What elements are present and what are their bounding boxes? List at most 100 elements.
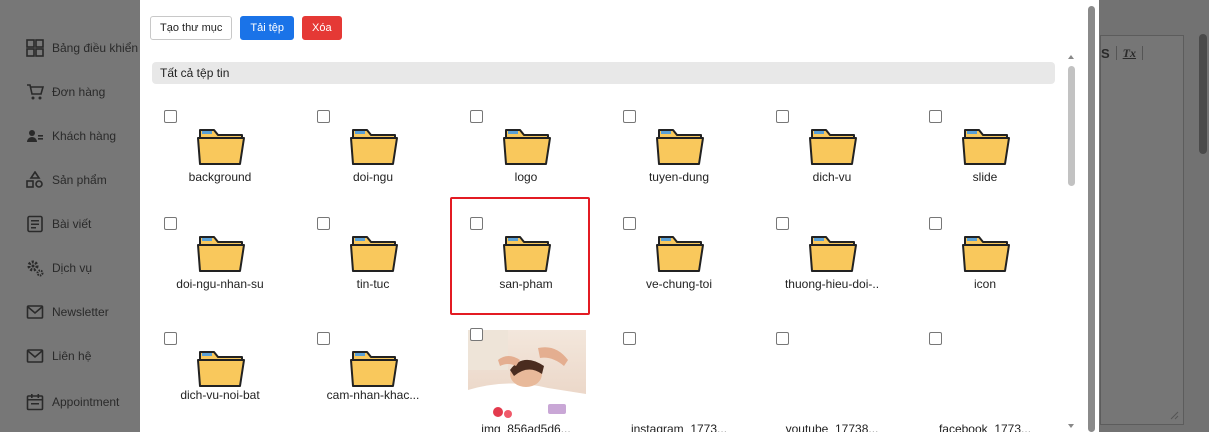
sidebar-item-products[interactable]: Sản phẩm (26, 168, 107, 192)
sidebar-item-label: Newsletter (52, 305, 109, 319)
file-grid: background doi-ngu logo tuyen-dung dich-… (150, 102, 1060, 432)
dashboard-icon (26, 39, 44, 57)
file-grid-scrollbar[interactable] (1068, 66, 1075, 186)
breadcrumb[interactable]: Tất cả tệp tin (152, 62, 1055, 84)
sidebar-item-label: Dịch vụ (52, 261, 93, 275)
file-name: facebook_1773... (938, 422, 1032, 432)
select-checkbox[interactable] (164, 110, 177, 123)
select-checkbox[interactable] (317, 217, 330, 230)
strike-button[interactable]: S (1101, 46, 1110, 61)
sidebar-item-label: Khách hàng (52, 129, 117, 143)
folder-icon (197, 351, 245, 387)
file-name: slide (972, 170, 998, 184)
select-checkbox[interactable] (929, 332, 942, 345)
folder-item[interactable]: icon (915, 209, 1055, 309)
folder-icon (656, 236, 704, 272)
select-checkbox[interactable] (929, 217, 942, 230)
file-item[interactable]: facebook_1773... (915, 324, 1055, 432)
select-checkbox[interactable] (623, 217, 636, 230)
editor-toolbar: S Tx (1101, 36, 1185, 70)
select-checkbox[interactable] (929, 110, 942, 123)
folder-item-selected[interactable]: san-pham (450, 197, 596, 315)
folder-item[interactable]: background (150, 102, 290, 202)
folder-item[interactable]: logo (456, 102, 596, 202)
select-checkbox[interactable] (470, 217, 483, 230)
products-icon (26, 171, 43, 188)
modal-scrollbar[interactable] (1088, 6, 1095, 432)
folder-item[interactable]: tin-tuc (303, 209, 443, 309)
resize-grip-icon[interactable] (1170, 411, 1179, 420)
sidebar-item-appointment[interactable]: Appointment (26, 390, 119, 414)
file-manager-toolbar: Tạo thư mục Tải tệp Xóa (150, 16, 342, 40)
select-checkbox[interactable] (623, 332, 636, 345)
sidebar-item-label: Bảng điều khiển (52, 41, 139, 55)
file-name: background (188, 170, 252, 184)
folder-icon (197, 236, 245, 272)
file-name: san-pham (499, 277, 553, 291)
select-checkbox[interactable] (776, 332, 789, 345)
sidebar-item-orders[interactable]: Đơn hàng (26, 80, 105, 104)
breadcrumb-label: Tất cả tệp tin (160, 66, 230, 80)
sidebar-item-label: Liên hệ (52, 349, 92, 363)
file-name: dich-vu-noi-bat (180, 388, 260, 402)
select-checkbox[interactable] (164, 332, 177, 345)
mail-icon (26, 349, 44, 363)
calendar-icon (26, 394, 44, 411)
select-checkbox[interactable] (623, 110, 636, 123)
folder-item[interactable]: doi-ngu-nhan-su (150, 209, 290, 309)
image-item[interactable]: img_856ad5d6... (456, 324, 596, 432)
folder-item[interactable]: doi-ngu (303, 102, 443, 202)
select-checkbox[interactable] (317, 332, 330, 345)
folder-item[interactable]: dich-vu-noi-bat (150, 324, 290, 424)
sidebar-item-newsletter[interactable]: Newsletter (26, 300, 109, 324)
toolbar-divider (1115, 46, 1117, 60)
rich-text-editor: S Tx (1100, 35, 1184, 425)
select-checkbox[interactable] (776, 217, 789, 230)
folder-item[interactable]: slide (915, 102, 1055, 202)
cart-icon (27, 84, 44, 100)
page-scrollbar[interactable] (1199, 34, 1207, 154)
services-icon (27, 260, 44, 277)
select-checkbox[interactable] (776, 110, 789, 123)
file-name: icon (973, 277, 996, 291)
select-checkbox[interactable] (470, 110, 483, 123)
delete-button[interactable]: Xóa (302, 16, 342, 40)
select-checkbox[interactable] (470, 328, 483, 341)
file-name: ve-chung-toi (645, 277, 713, 291)
file-name: cam-nhan-khac... (326, 388, 420, 402)
folder-icon (809, 236, 857, 272)
sidebar-item-articles[interactable]: Bài viết (26, 212, 91, 236)
folder-icon (350, 236, 398, 272)
create-folder-button[interactable]: Tạo thư mục (150, 16, 233, 40)
folder-icon (962, 129, 1010, 165)
file-name: tuyen-dung (648, 170, 710, 184)
file-name: img_856ad5d6... (481, 422, 571, 432)
file-name: dich-vu (812, 170, 852, 184)
folder-icon (350, 129, 398, 165)
sidebar-item-label: Appointment (52, 395, 120, 409)
sidebar-item-services[interactable]: Dịch vụ (26, 256, 92, 280)
toolbar-divider (1142, 46, 1144, 60)
scroll-down-icon[interactable] (1068, 424, 1074, 428)
folder-icon (503, 129, 551, 165)
users-icon (27, 130, 43, 142)
folder-icon (350, 351, 398, 387)
folder-item[interactable]: thuong-hieu-doi-.. (762, 209, 902, 309)
scroll-up-icon[interactable] (1068, 55, 1074, 59)
folder-item[interactable]: tuyen-dung (609, 102, 749, 202)
file-item[interactable]: youtube_17738... (762, 324, 902, 432)
file-name: thuong-hieu-doi-.. (784, 277, 880, 291)
sidebar-item-customers[interactable]: Khách hàng (26, 124, 116, 148)
file-name: doi-ngu-nhan-su (176, 277, 264, 291)
sidebar-item-dashboard[interactable]: Bảng điều khiển (26, 36, 138, 60)
sidebar-item-contact[interactable]: Liên hệ (26, 344, 91, 368)
folder-item[interactable]: ve-chung-toi (609, 209, 749, 309)
folder-icon (809, 129, 857, 165)
select-checkbox[interactable] (317, 110, 330, 123)
folder-item[interactable]: dich-vu (762, 102, 902, 202)
file-item[interactable]: instagram_1773... (609, 324, 749, 432)
clear-format-button[interactable]: Tx (1123, 46, 1136, 61)
select-checkbox[interactable] (164, 217, 177, 230)
upload-button[interactable]: Tải tệp (240, 16, 295, 40)
folder-item[interactable]: cam-nhan-khac... (303, 324, 443, 424)
